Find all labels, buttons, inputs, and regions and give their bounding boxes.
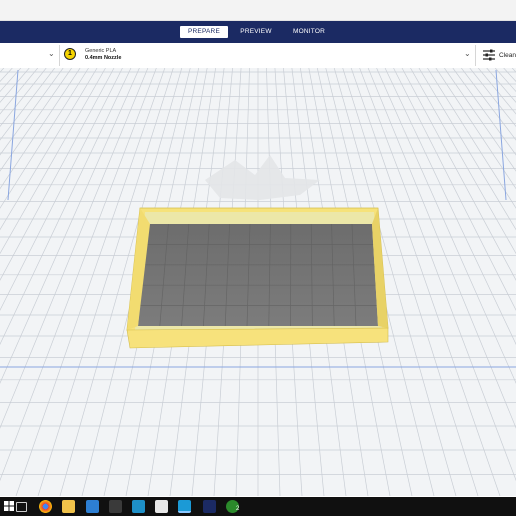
build-plate-scene[interactable] (0, 68, 516, 496)
store-icon[interactable] (155, 500, 168, 513)
edge-icon[interactable] (132, 500, 145, 513)
build-volume-edge (495, 69, 507, 201)
tab-monitor[interactable]: MONITOR (288, 26, 330, 38)
toolbar-divider (59, 45, 60, 66)
print-profile-label[interactable]: Clean (499, 52, 516, 59)
window-top-strip (0, 0, 516, 21)
tab-preview[interactable]: PREVIEW (236, 26, 276, 38)
taskbar-app-icon[interactable] (109, 500, 122, 513)
build-plate-logo (205, 155, 320, 200)
settings-sliders-icon[interactable] (483, 49, 495, 61)
toolbar-divider (475, 45, 476, 66)
build-volume-edge (7, 69, 19, 201)
windows-start-icon[interactable] (4, 501, 14, 511)
printer-toolbar: ⌄ 1 Generic PLA 0.4mm Nozzle ⌄ Clean (0, 43, 516, 69)
xbox-notification-count: 2 (236, 506, 240, 512)
task-view-icon[interactable] (16, 502, 27, 512)
terminal-icon[interactable] (203, 500, 216, 513)
windows-taskbar: 2 (0, 497, 516, 516)
stage-navbar: PREPARE PREVIEW MONITOR (0, 21, 516, 43)
nozzle-size[interactable]: 0.4mm Nozzle (85, 55, 121, 61)
3d-viewport[interactable] (0, 68, 516, 496)
material-name[interactable]: Generic PLA (85, 48, 116, 54)
tray-model[interactable] (126, 207, 389, 349)
cura-icon[interactable] (178, 500, 191, 513)
mail-icon[interactable] (86, 500, 99, 513)
file-explorer-icon[interactable] (62, 500, 75, 513)
material-select-chevron-down-icon[interactable]: ⌄ (464, 49, 471, 58)
printer-select-chevron-down-icon[interactable]: ⌄ (48, 49, 55, 58)
tab-prepare[interactable]: PREPARE (180, 26, 228, 38)
extruder-badge[interactable]: 1 (64, 48, 76, 60)
chrome-icon[interactable] (39, 500, 52, 513)
